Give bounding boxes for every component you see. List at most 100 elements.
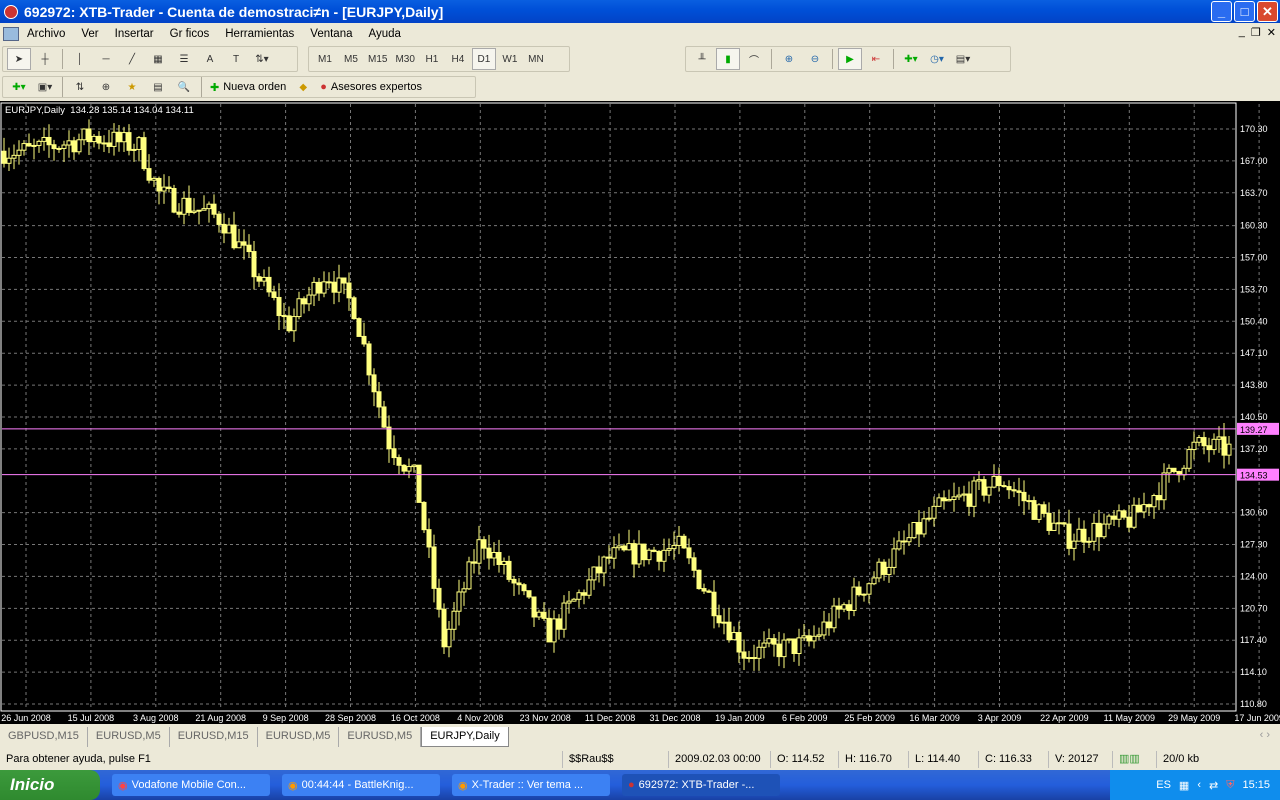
- new-order-button[interactable]: ✚ Nueva orden: [207, 76, 289, 98]
- candle-body: [766, 638, 772, 644]
- horizontal-line-icon[interactable]: ─: [94, 48, 118, 70]
- task-vodafone[interactable]: ◉ Vodafone Mobile Con...: [112, 774, 270, 796]
- tab-chart[interactable]: EURUSD,M5: [339, 727, 422, 747]
- candle-body: [621, 545, 627, 551]
- candle-body: [66, 140, 72, 146]
- tab-chart[interactable]: EURUSD,M5: [88, 727, 170, 747]
- task-xtb-trader[interactable]: ● 692972: XTB-Trader -...: [622, 774, 780, 796]
- candle-body: [1066, 523, 1072, 549]
- date-label: 19 Jan 2009: [715, 713, 765, 723]
- bar-chart-icon[interactable]: ╨: [690, 48, 714, 70]
- tf-m5[interactable]: M5: [339, 48, 363, 70]
- zoom-out-icon[interactable]: ⊖: [803, 48, 827, 70]
- price-label: 160.30: [1240, 221, 1268, 231]
- mdi-close-button[interactable]: ✕: [1267, 26, 1276, 39]
- new-chart-icon[interactable]: ✚▾: [7, 76, 31, 98]
- cursor-icon[interactable]: ➤: [7, 48, 31, 70]
- periods-icon[interactable]: ◷▾: [925, 48, 949, 70]
- task-firefox-1[interactable]: ◉ 00:44:44 - BattleKnig...: [282, 774, 440, 796]
- candle-body: [401, 464, 407, 472]
- tf-h1[interactable]: H1: [420, 48, 444, 70]
- tf-w1[interactable]: W1: [498, 48, 522, 70]
- candle-body: [16, 149, 22, 156]
- tf-m15[interactable]: M15: [365, 48, 390, 70]
- tab-chart[interactable]: GBPUSD,M15: [0, 727, 88, 747]
- price-label: 140.50: [1240, 412, 1268, 422]
- tab-chart[interactable]: EURUSD,M5: [258, 727, 340, 747]
- candlestick-icon[interactable]: ▮: [716, 48, 740, 70]
- candle-body: [806, 635, 812, 642]
- zoom-in-icon[interactable]: ⊕: [777, 48, 801, 70]
- menu-graficos[interactable]: Gr ficos: [162, 28, 218, 40]
- status-open: O: 114.52: [770, 751, 838, 768]
- arrows-icon[interactable]: ⇅▾: [250, 48, 274, 70]
- equidistant-channel-icon[interactable]: ▦: [146, 48, 170, 70]
- network-icon[interactable]: ⇄: [1209, 779, 1218, 792]
- chart-toolbar: ╨ ▮ ⌒ ⊕ ⊖ ▶ ⇤ ✚▾ ◷▾ ▤▾: [685, 46, 1011, 72]
- start-button[interactable]: Inicio: [0, 770, 100, 800]
- tab-scroll[interactable]: ‹ ›: [1260, 729, 1270, 741]
- line-chart-icon[interactable]: ⌒: [742, 48, 766, 70]
- maximize-button[interactable]: □: [1234, 1, 1255, 22]
- menu-archivo[interactable]: Archivo: [19, 28, 73, 40]
- tf-m30[interactable]: M30: [392, 48, 417, 70]
- candle-body: [1031, 500, 1037, 520]
- candle-body: [241, 241, 247, 246]
- tray-expand-icon[interactable]: ‹: [1197, 779, 1201, 791]
- text-icon[interactable]: A: [198, 48, 222, 70]
- tf-m1[interactable]: M1: [313, 48, 337, 70]
- minimize-button[interactable]: _: [1211, 1, 1232, 22]
- menu-ayuda[interactable]: Ayuda: [361, 28, 409, 40]
- task-label: X-Trader :: Ver tema ...: [471, 779, 584, 791]
- language-indicator[interactable]: ES: [1156, 779, 1171, 791]
- candle-body: [911, 522, 917, 539]
- menu-insertar[interactable]: Insertar: [107, 28, 162, 40]
- keyboard-icon[interactable]: ▦: [1179, 779, 1189, 792]
- tf-h4[interactable]: H4: [446, 48, 470, 70]
- tab-chart[interactable]: EURUSD,M15: [170, 727, 258, 747]
- candle-body: [396, 457, 402, 466]
- candle-body: [476, 539, 482, 564]
- trendline-icon[interactable]: ╱: [120, 48, 144, 70]
- tf-mn[interactable]: MN: [524, 48, 548, 70]
- candle-body: [236, 241, 242, 249]
- candle-body: [591, 566, 597, 581]
- mdi-minimize-button[interactable]: _: [1239, 26, 1245, 39]
- candle-body: [1, 150, 7, 164]
- candle-body: [1156, 495, 1162, 501]
- terminal-icon[interactable]: ▤: [146, 76, 170, 98]
- strategy-tester-icon[interactable]: 🔍: [172, 76, 196, 98]
- menu-ventana[interactable]: Ventana: [302, 28, 360, 40]
- crosshair-icon[interactable]: ┼: [33, 48, 57, 70]
- templates-icon[interactable]: ▤▾: [951, 48, 975, 70]
- candle-body: [466, 561, 472, 590]
- autoscroll-icon[interactable]: ▶: [838, 48, 862, 70]
- candle-body: [191, 210, 197, 213]
- close-button[interactable]: ✕: [1257, 1, 1278, 22]
- text-label-icon[interactable]: T: [224, 48, 248, 70]
- mdi-restore-button[interactable]: ❐: [1251, 26, 1261, 39]
- task-firefox-2[interactable]: ◉ X-Trader :: Ver tema ...: [452, 774, 610, 796]
- candle-body: [901, 540, 907, 543]
- date-label: 6 Feb 2009: [782, 713, 828, 723]
- candle-body: [1216, 436, 1222, 440]
- indicators-icon[interactable]: ✚▾: [899, 48, 923, 70]
- candle-body: [536, 611, 542, 618]
- navigator-icon[interactable]: ★: [120, 76, 144, 98]
- tf-d1[interactable]: D1: [471, 48, 496, 70]
- chart-canvas[interactable]: 170.30 167.00 163.70 160.30 157.00 153.70 150.…: [0, 101, 1280, 724]
- profiles-icon[interactable]: ▣▾: [33, 76, 57, 98]
- price-chart[interactable]: 170.30 167.00 163.70 160.30 157.00 153.70 150.…: [0, 101, 1280, 724]
- expert-advisors-button[interactable]: ● Asesores expertos: [317, 76, 425, 98]
- chart-shift-icon[interactable]: ⇤: [864, 48, 888, 70]
- tab-chart[interactable]: EURJPY,Daily: [421, 727, 509, 747]
- menu-herramientas[interactable]: Herramientas: [217, 28, 302, 40]
- menu-ver[interactable]: Ver: [73, 28, 106, 40]
- candle-body: [601, 556, 607, 574]
- market-watch-icon[interactable]: ⇅: [68, 76, 92, 98]
- vertical-line-icon[interactable]: │: [68, 48, 92, 70]
- shield-icon[interactable]: ⛨: [1226, 779, 1234, 792]
- warning-icon[interactable]: ◆: [291, 76, 315, 98]
- fibonacci-icon[interactable]: ☰: [172, 48, 196, 70]
- data-window-icon[interactable]: ⊕: [94, 76, 118, 98]
